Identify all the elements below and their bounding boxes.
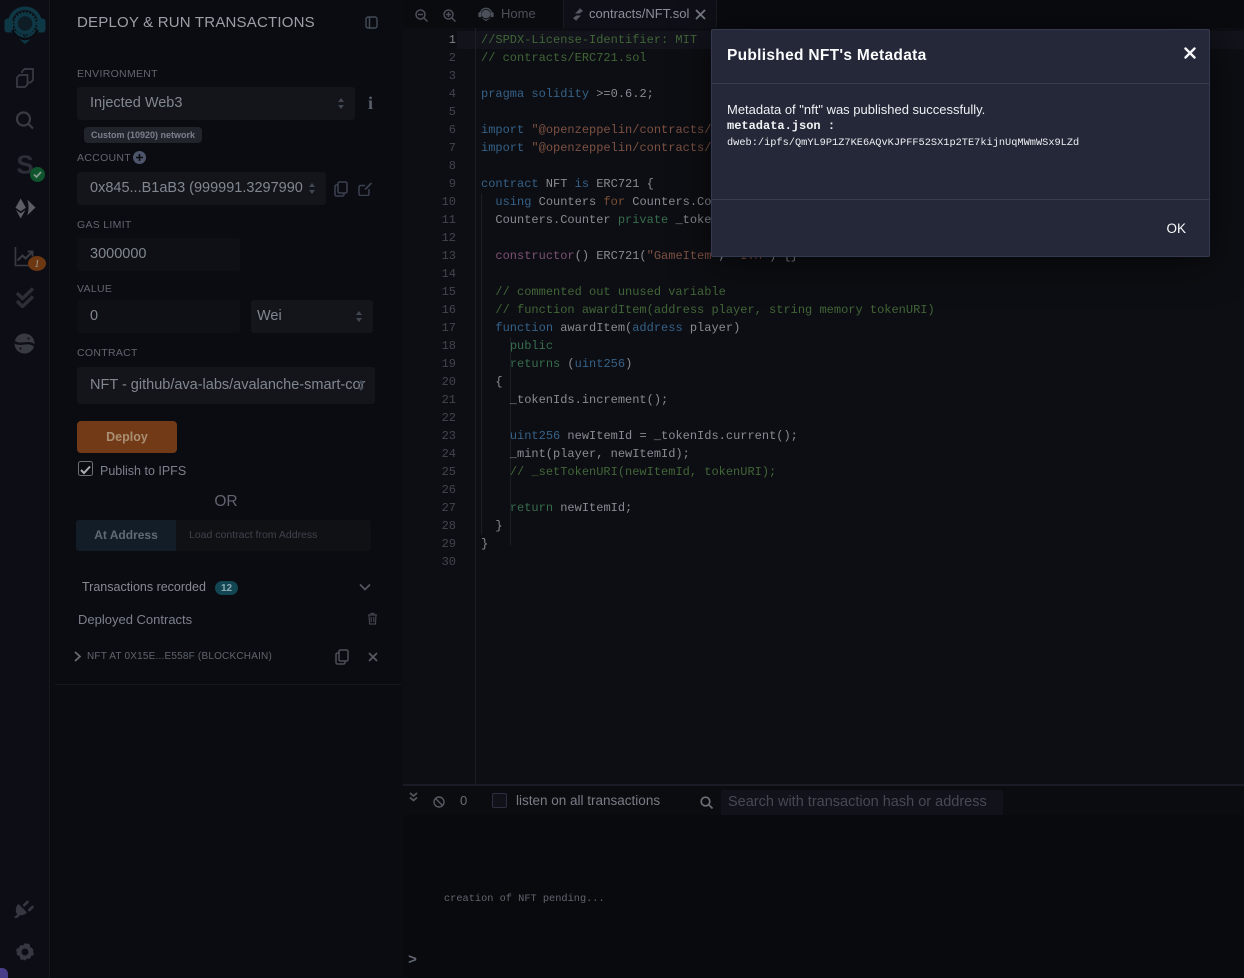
svg-text:1: 1 — [35, 259, 40, 270]
